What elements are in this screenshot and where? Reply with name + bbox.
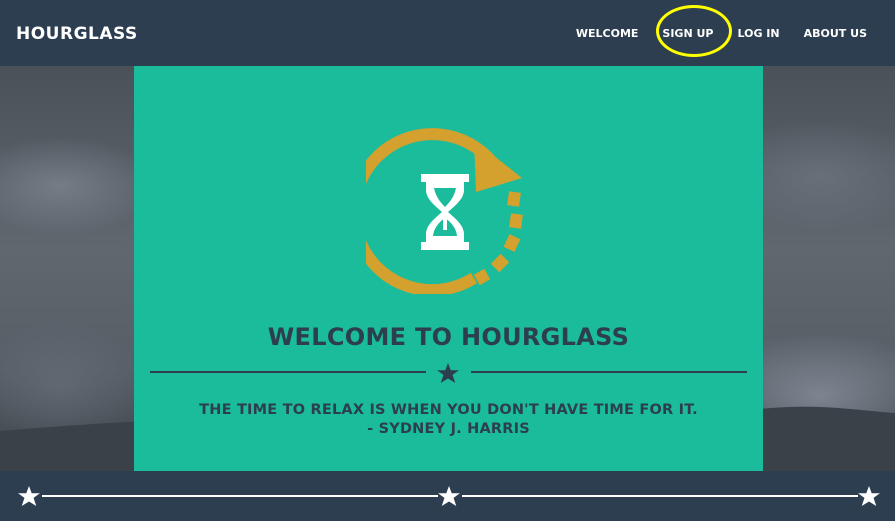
nav-login-link[interactable]: LOG IN	[725, 27, 791, 40]
footer-line-right	[462, 495, 858, 497]
hourglass-refresh-icon	[366, 128, 523, 294]
welcome-card: WELCOME TO HOURGLASS THE TIME TO RELAX I…	[134, 66, 763, 471]
nav-welcome-link[interactable]: WELCOME	[564, 27, 651, 40]
divider-line-left	[150, 371, 426, 373]
title-divider	[150, 363, 747, 383]
nav-about-link[interactable]: ABOUT US	[792, 27, 879, 40]
navbar: HOURGLASS WELCOME SIGN UP LOG IN ABOUT U…	[0, 0, 895, 66]
quote: THE TIME TO RELAX IS WHEN YOU DON'T HAVE…	[134, 401, 763, 439]
quote-text: THE TIME TO RELAX IS WHEN YOU DON'T HAVE…	[199, 402, 698, 418]
quote-author: - SYDNEY J. HARRIS	[367, 421, 530, 437]
star-icon	[437, 363, 459, 383]
brand-logo-link[interactable]: HOURGLASS	[16, 24, 138, 44]
star-icon	[438, 486, 460, 506]
page-title: WELCOME TO HOURGLASS	[267, 323, 630, 351]
divider-line-right	[471, 371, 747, 373]
footer-divider-strip	[0, 471, 895, 521]
footer-line-left	[42, 495, 438, 497]
nav-links: WELCOME SIGN UP LOG IN ABOUT US	[564, 27, 879, 40]
star-icon	[18, 486, 40, 506]
nav-signup-link[interactable]: SIGN UP	[650, 27, 725, 40]
star-icon	[858, 486, 880, 506]
